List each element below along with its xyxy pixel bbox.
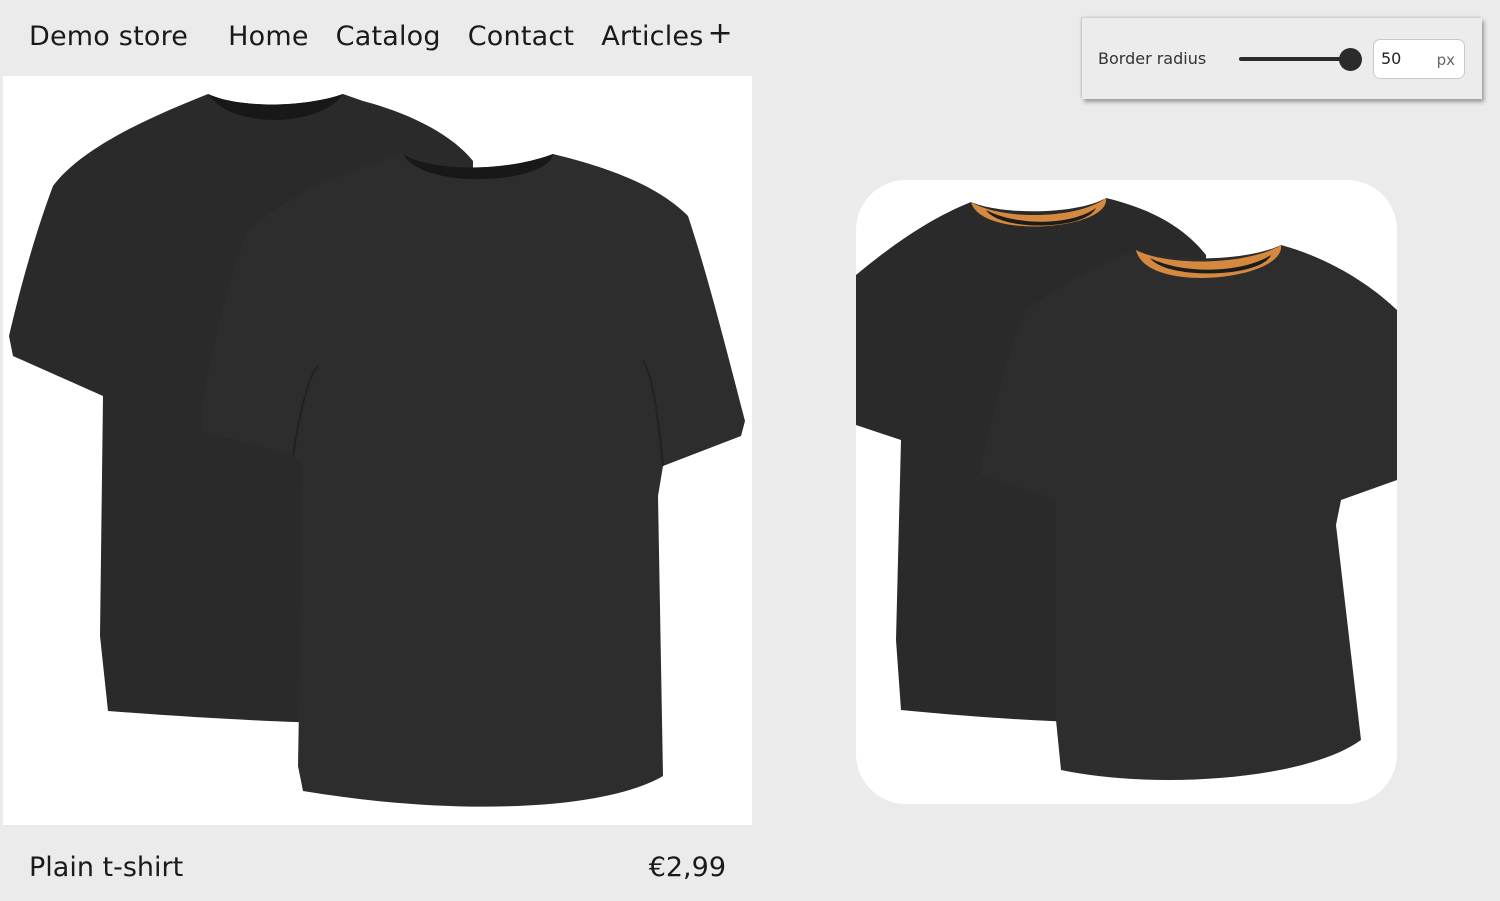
product-price: €2,99 [648, 851, 726, 883]
slider-track [1239, 57, 1351, 61]
border-radius-field[interactable]: px [1373, 39, 1465, 79]
nav-link-articles[interactable]: Articles + [601, 18, 733, 52]
top-nav: Demo store Home Catalog Contact Articles… [29, 14, 733, 58]
nav-link-home[interactable]: Home [228, 21, 309, 52]
border-radius-slider[interactable] [1239, 48, 1363, 71]
border-radius-input[interactable] [1381, 49, 1426, 68]
border-radius-label: Border radius [1098, 49, 1207, 68]
unit-label: px [1436, 51, 1455, 69]
product-info: Plain t-shirt €2,99 [29, 845, 726, 889]
nav-link-articles-label: Articles [601, 20, 704, 52]
slider-thumb[interactable] [1339, 48, 1362, 71]
product-name[interactable]: Plain t-shirt [29, 852, 183, 883]
plus-icon[interactable]: + [708, 18, 733, 49]
rounded-preview-image [856, 180, 1397, 804]
t-shirts-orange-collar-illustration [856, 198, 1397, 780]
nav-link-contact[interactable]: Contact [468, 21, 574, 52]
border-radius-control: Border radius px [1082, 18, 1482, 99]
page: Demo store Home Catalog Contact Articles… [0, 0, 1500, 901]
brand-link[interactable]: Demo store [29, 21, 188, 52]
product-image[interactable] [3, 76, 752, 825]
nav-link-catalog[interactable]: Catalog [336, 21, 441, 52]
t-shirts-illustration [9, 94, 745, 807]
